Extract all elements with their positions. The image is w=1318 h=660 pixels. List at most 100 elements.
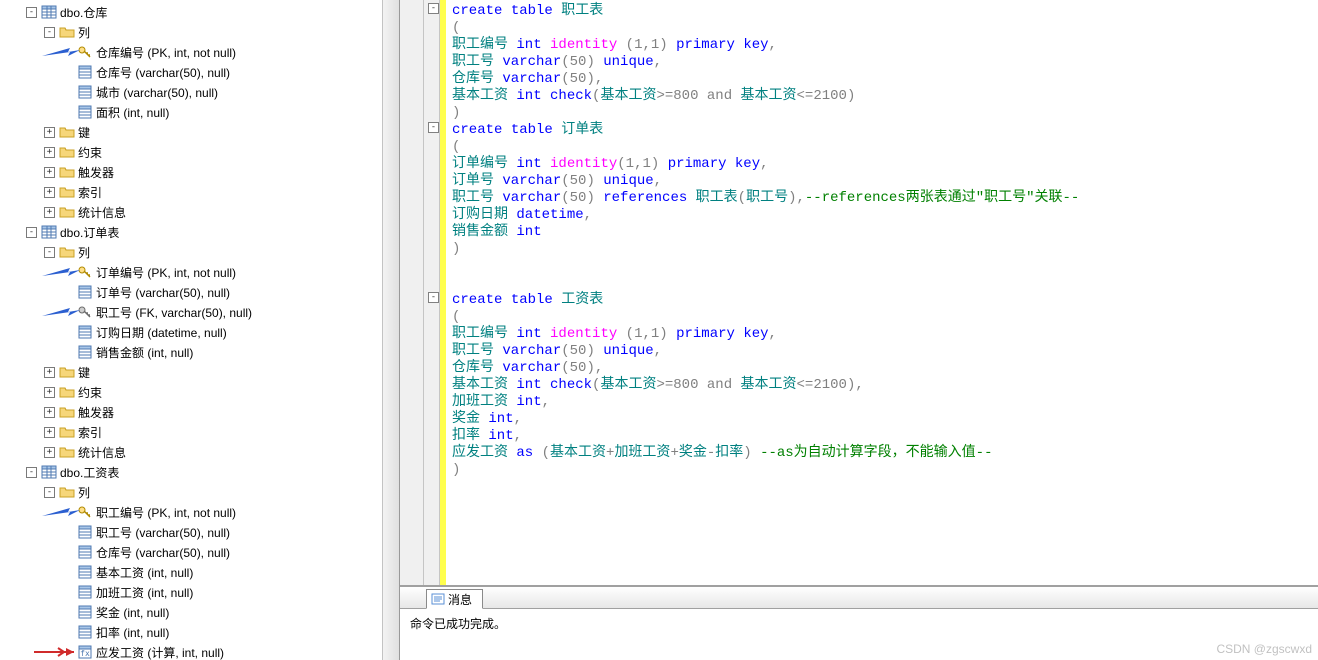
tree-toggle[interactable]: + (44, 447, 55, 458)
code-line[interactable] (452, 258, 1312, 275)
tree-toggle[interactable]: + (44, 367, 55, 378)
code-line[interactable]: 奖金 int, (452, 411, 1312, 428)
code-line[interactable]: ) (452, 241, 1312, 258)
folder-triggers-2[interactable]: + 触发器 (0, 402, 399, 422)
col-jiangjin[interactable]: 奖金 (int, null) (0, 602, 399, 622)
code-line[interactable]: 基本工资 int check(基本工资>=800 and 基本工资<=2100) (452, 88, 1312, 105)
code-line[interactable]: ( (452, 309, 1312, 326)
code-line[interactable]: 销售金额 int (452, 224, 1312, 241)
code-line[interactable]: 订购日期 datetime, (452, 207, 1312, 224)
table-dbo-cangku[interactable]: -dbo.仓库 (0, 2, 399, 22)
folder-constraints-2[interactable]: +约束 (0, 382, 399, 402)
col-yingfa-gongzi[interactable]: 应发工资 (计算, int, null) (0, 642, 399, 660)
tree-toggle[interactable]: + (44, 387, 55, 398)
code-line[interactable]: -create table 工资表 (452, 292, 1312, 309)
code-line[interactable]: 应发工资 as (基本工资+加班工资+奖金-扣率) --as为自动计算字段，不能… (452, 445, 1312, 462)
col-koulv[interactable]: 扣率 (int, null) (0, 622, 399, 642)
tree-label: 应发工资 (计算, int, null) (96, 644, 224, 660)
sql-editor[interactable]: -create table 职工表(职工编号 int identity (1,1… (446, 0, 1318, 585)
fold-toggle[interactable]: - (428, 122, 439, 133)
folder-columns-2[interactable]: -列 (0, 242, 399, 262)
tree-label: 订单编号 (PK, int, not null) (96, 264, 236, 281)
tree-label: 仓库编号 (PK, int, not null) (96, 44, 236, 61)
tree-label: 统计信息 (78, 444, 126, 461)
tree-toggle[interactable]: + (44, 427, 55, 438)
column-icon (77, 604, 93, 620)
col-cangku-hao-3[interactable]: 仓库号 (varchar(50), null) (0, 542, 399, 562)
tree-toggle[interactable]: - (44, 27, 55, 38)
column-icon (77, 624, 93, 640)
code-line[interactable]: 职工号 varchar(50) unique, (452, 54, 1312, 71)
tree-toggle[interactable]: + (44, 187, 55, 198)
col-xiaoshou-jine[interactable]: 销售金额 (int, null) (0, 342, 399, 362)
code-line[interactable]: -create table 订单表 (452, 122, 1312, 139)
tree-toggle[interactable]: - (26, 227, 37, 238)
fold-toggle[interactable]: - (428, 3, 439, 14)
code-line[interactable]: -create table 职工表 (452, 3, 1312, 20)
folder-stats[interactable]: +统计信息 (0, 202, 399, 222)
folder-keys-2[interactable]: +键 (0, 362, 399, 382)
folder-triggers[interactable]: +触发器 (0, 162, 399, 182)
tree-label: 键 (78, 364, 90, 381)
folder-icon (59, 244, 75, 260)
code-line[interactable]: 基本工资 int check(基本工资>=800 and 基本工资<=2100)… (452, 377, 1312, 394)
messages-tab[interactable]: 消息 (426, 589, 483, 609)
folder-keys[interactable]: +键 (0, 122, 399, 142)
col-zhigong-bianhao[interactable]: 职工编号 (PK, int, not null) (0, 502, 399, 522)
code-line[interactable]: 扣率 int, (452, 428, 1312, 445)
folder-columns[interactable]: -列 (0, 22, 399, 42)
col-cangku-bianhao[interactable]: 仓库编号 (PK, int, not null) (0, 42, 399, 62)
column-icon (77, 64, 93, 80)
col-cangku-hao[interactable]: 仓库号 (varchar(50), null) (0, 62, 399, 82)
col-mianji[interactable]: 面积 (int, null) (0, 102, 399, 122)
key-icon (77, 264, 93, 280)
tree-toggle[interactable]: + (44, 407, 55, 418)
col-jiaban-gongzi[interactable]: 加班工资 (int, null) (0, 582, 399, 602)
tree-label: 职工号 (varchar(50), null) (96, 524, 230, 541)
tree-toggle[interactable]: - (44, 247, 55, 258)
col-zhigong-hao-fk[interactable]: 职工号 (FK, varchar(50), null) (0, 302, 399, 322)
col-dingdan-hao[interactable]: 订单号 (varchar(50), null) (0, 282, 399, 302)
tree-toggle[interactable]: + (44, 147, 55, 158)
table-dbo-dingdan[interactable]: -dbo.订单表 (0, 222, 399, 242)
code-line[interactable]: ( (452, 20, 1312, 37)
folder-columns-3[interactable]: -列 (0, 482, 399, 502)
tree-label: 触发器 (78, 404, 114, 421)
code-line[interactable] (452, 275, 1312, 292)
messages-tabbar: 消息 (400, 587, 1318, 609)
code-line[interactable]: 订单号 varchar(50) unique, (452, 173, 1312, 190)
folder-indexes-2[interactable]: +索引 (0, 422, 399, 442)
code-line[interactable]: 职工编号 int identity (1,1) primary key, (452, 37, 1312, 54)
code-line[interactable]: ) (452, 105, 1312, 122)
folder-constraints[interactable]: +约束 (0, 142, 399, 162)
tree-toggle[interactable]: - (26, 7, 37, 18)
col-dinggou-riqi[interactable]: 订购日期 (datetime, null) (0, 322, 399, 342)
tree-toggle[interactable]: + (44, 207, 55, 218)
col-dingdan-bianhao[interactable]: 订单编号 (PK, int, not null) (0, 262, 399, 282)
code-line[interactable]: ( (452, 139, 1312, 156)
object-explorer[interactable]: -dbo.仓库-列仓库编号 (PK, int, not null)仓库号 (va… (0, 0, 400, 660)
table-dbo-gongzi[interactable]: -dbo.工资表 (0, 462, 399, 482)
code-line[interactable]: 职工号 varchar(50) unique, (452, 343, 1312, 360)
folder-stats-2[interactable]: + 统计信息 (0, 442, 399, 462)
col-zhigong-hao[interactable]: 职工号 (varchar(50), null) (0, 522, 399, 542)
computed-icon (77, 644, 93, 660)
col-jiben-gongzi[interactable]: 基本工资 (int, null) (0, 562, 399, 582)
code-line[interactable]: 仓库号 varchar(50), (452, 360, 1312, 377)
tree-toggle[interactable]: - (44, 487, 55, 498)
tree-toggle[interactable]: + (44, 167, 55, 178)
col-chengshi[interactable]: 城市 (varchar(50), null) (0, 82, 399, 102)
tree-toggle[interactable]: + (44, 127, 55, 138)
code-line[interactable]: ) (452, 462, 1312, 479)
code-line[interactable]: 职工编号 int identity (1,1) primary key, (452, 326, 1312, 343)
folder-icon (59, 124, 75, 140)
code-line[interactable]: 职工号 varchar(50) references 职工表(职工号),--re… (452, 190, 1312, 207)
code-line[interactable]: 仓库号 varchar(50), (452, 71, 1312, 88)
code-line[interactable]: 加班工资 int, (452, 394, 1312, 411)
fold-toggle[interactable]: - (428, 292, 439, 303)
folder-indexes[interactable]: +索引 (0, 182, 399, 202)
code-line[interactable]: 订单编号 int identity(1,1) primary key, (452, 156, 1312, 173)
column-icon (77, 104, 93, 120)
message-icon (431, 592, 445, 606)
tree-toggle[interactable]: - (26, 467, 37, 478)
